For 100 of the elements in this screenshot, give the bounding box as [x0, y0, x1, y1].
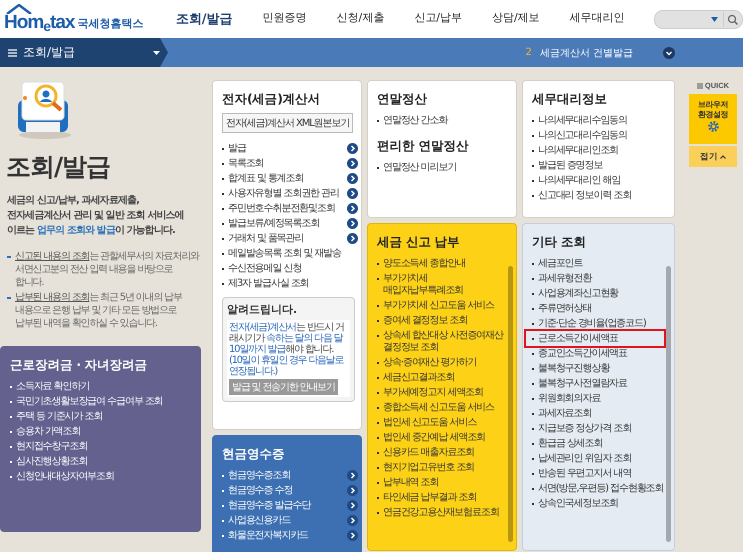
menu-link[interactable]: 납부내역 조회 — [383, 476, 506, 488]
menu-link[interactable]: 현금영수증 발급수단 — [228, 500, 343, 512]
menu-link[interactable]: 환급금 상세조회 — [538, 438, 664, 450]
menu-link[interactable]: 나의세무대리수임동의 — [538, 114, 671, 126]
menu-link[interactable]: 종교인소득간이세액표 — [538, 348, 664, 360]
menu-link[interactable]: 신청안내대상자여부조회 — [16, 470, 197, 482]
menu-link[interactable]: 목록조회 — [228, 158, 343, 170]
menu-link[interactable]: 법인세 신고도움 서비스 — [383, 416, 506, 428]
caret-up-icon — [720, 154, 726, 158]
menu-link[interactable]: 불복청구진행상황 — [538, 362, 664, 374]
menu-link[interactable]: 부가가치세 매입자납부특례조회 — [383, 272, 506, 296]
collapse-button[interactable]: 접기 — [689, 146, 737, 167]
menu-link[interactable]: 화물운전자복지카드 — [228, 530, 343, 542]
menu-link[interactable]: 지급보증 정상가격 조회 — [538, 422, 664, 434]
menu-link[interactable]: 근로소득간이세액표 — [538, 332, 664, 344]
nav-tab[interactable]: 신청/제출 — [322, 10, 400, 28]
menu-link[interactable]: 사업용계좌신고현황 — [538, 288, 664, 300]
menu-link[interactable]: 제3자 발급사실 조회 — [228, 278, 358, 290]
xml-view-button[interactable]: 전자(세금)계산서 XML원본보기 — [222, 113, 354, 133]
card-title: 연말정산 — [377, 91, 428, 108]
menu-link[interactable]: 메일발송목록 조회 및 재발송 — [228, 248, 358, 260]
arrow-circle-icon[interactable] — [347, 484, 358, 496]
menu-link[interactable]: 승용차 가액조회 — [16, 426, 197, 438]
nav-tab[interactable]: 상담/제보 — [476, 10, 555, 28]
arrow-circle-icon[interactable] — [347, 470, 358, 480]
browser-settings-button[interactable]: 브라우저 환경설정 — [689, 94, 737, 144]
search-field[interactable] — [654, 10, 743, 28]
menu-link[interactable]: 현금영수증조회 — [228, 470, 343, 482]
scrollbar[interactable] — [508, 266, 513, 542]
menu-link[interactable]: 상속세 합산대상 사전증여재산 결정정보 조회 — [383, 330, 506, 354]
arrow-circle-icon[interactable] — [347, 188, 358, 198]
menu-link[interactable]: 기준·단순 경비율(업종코드) — [538, 318, 664, 330]
menu-link[interactable]: 세금신고결과조회 — [383, 372, 506, 384]
arrow-circle-icon[interactable] — [347, 530, 358, 540]
menu-link[interactable]: 타인세금 납부결과 조회 — [383, 492, 506, 504]
menu-link[interactable]: 법인세 중간예납 세액조회 — [383, 432, 506, 444]
arrow-circle-icon[interactable] — [347, 218, 358, 228]
arrow-circle-icon[interactable] — [347, 172, 358, 184]
menu-link[interactable]: 연금건강고용산재보험료조회 — [383, 506, 506, 518]
arrow-circle-icon[interactable] — [347, 158, 358, 168]
menu-link[interactable]: 부가가치세 신고도움 서비스 — [383, 300, 506, 312]
menu-link[interactable]: 위원회회의자료 — [538, 392, 664, 404]
menu-link[interactable]: 과세자료조회 — [538, 408, 664, 420]
menu-link[interactable]: 부가세예정고지 세액조회 — [383, 386, 506, 398]
menu-link[interactable]: 발급 — [228, 142, 343, 154]
menu-link[interactable]: 국민기초생활보장급여 수급여부 조회 — [16, 396, 197, 408]
menu-link[interactable]: 납세관리인 위임자 조회 — [538, 452, 664, 464]
menu-link[interactable]: 소득자료 확인하기 — [16, 380, 197, 392]
arrow-circle-icon[interactable] — [347, 500, 358, 510]
menu-link[interactable]: 반송된 우편고지서 내역 — [538, 468, 664, 480]
logo-text: Hom$_{e}$tax — [4, 12, 74, 34]
menu-link[interactable]: 주택 등 기준시가 조회 — [16, 410, 197, 422]
menu-link[interactable]: 수신전용메일 신청 — [228, 262, 358, 274]
menu-link[interactable]: 상속·증여재산 평가하기 — [383, 356, 506, 368]
menu-link[interactable]: 사업용신용카드 — [228, 514, 343, 526]
arrow-circle-icon[interactable] — [347, 232, 358, 244]
menu-link[interactable]: 불복청구사전열람자료 — [538, 378, 664, 390]
menu-link[interactable]: 주민번호수취분전환및조회 — [228, 202, 343, 214]
menu-link[interactable]: 신고대리 정보이력 조회 — [538, 190, 671, 202]
nav-tab[interactable]: 세무대리인 — [554, 10, 640, 28]
menu-link[interactable]: 나의세무대리인조회 — [538, 144, 671, 156]
arrow-circle-icon[interactable] — [347, 514, 358, 526]
menu-link[interactable]: 현지접수창구조회 — [16, 440, 197, 452]
arrow-circle-icon[interactable] — [347, 142, 358, 154]
nav-tab[interactable]: 신고/납부 — [399, 10, 477, 28]
menu-link[interactable]: 상속인국세정보조회 — [538, 498, 664, 510]
menu-link[interactable]: 연말정산 미리보기 — [383, 162, 513, 174]
caret-icon[interactable] — [153, 50, 160, 54]
menu-link[interactable]: 나의세무대리인 해임 — [538, 174, 671, 186]
menu-link[interactable]: 사용자유형별 조회권한 관리 — [228, 188, 343, 200]
menu-link[interactable]: 연말정산 간소화 — [383, 114, 513, 126]
caret-icon[interactable] — [711, 16, 718, 22]
menu-link[interactable]: 현금영수증 수정 — [228, 484, 343, 496]
notice-link[interactable]: 세금계산서 건별발급 — [540, 46, 633, 60]
menu-link[interactable]: 발급보류/예정목록조회 — [228, 218, 343, 230]
menu-link[interactable]: 현지기업고유번호 조회 — [383, 462, 506, 474]
card-title: 전자(세금)계산서 — [222, 91, 321, 108]
menu-link[interactable]: 세금포인트 — [538, 258, 664, 270]
menu-link[interactable]: 증여세 결정정보 조회 — [383, 314, 506, 326]
menu-link[interactable]: 서면(방문,우편등) 접수현황조회 — [538, 482, 664, 494]
settings-icon — [706, 120, 720, 133]
menu-link[interactable]: 심사진행상황조회 — [16, 456, 197, 468]
hometax-logo[interactable]: Hom$_{e}$tax 국세청홈택스 — [0, 4, 153, 34]
arrow-circle-icon[interactable] — [347, 202, 358, 214]
menu-link[interactable]: 양도소득세 종합안내 — [383, 258, 506, 270]
menu-title[interactable]: 조회/발급 — [23, 44, 147, 61]
menu-link[interactable]: 합계표 및 통계조회 — [228, 172, 343, 184]
nav-tab[interactable]: 조회/발급 — [160, 10, 248, 28]
menu-link[interactable]: 종합소득세 신고도움 서비스 — [383, 402, 506, 414]
chevron-circle-icon[interactable] — [663, 46, 675, 58]
nav-tab[interactable]: 민원증명 — [248, 10, 322, 28]
menu-link[interactable]: 거래처 및 품목관리 — [228, 232, 343, 244]
menu-link[interactable]: 발급된 증명정보 — [538, 160, 671, 172]
menu-link[interactable]: 과세유형전환 — [538, 272, 664, 284]
menu-link[interactable]: 신용카드 매출자료조회 — [383, 446, 506, 458]
card-title: 근로장려금 · 자녀장려금 — [10, 357, 148, 374]
menu-link[interactable]: 나의신고대리수임동의 — [538, 130, 671, 142]
menu-link[interactable]: 주류면허상태 — [538, 302, 664, 314]
scrollbar[interactable] — [666, 266, 671, 542]
menu-icon[interactable] — [8, 48, 17, 56]
